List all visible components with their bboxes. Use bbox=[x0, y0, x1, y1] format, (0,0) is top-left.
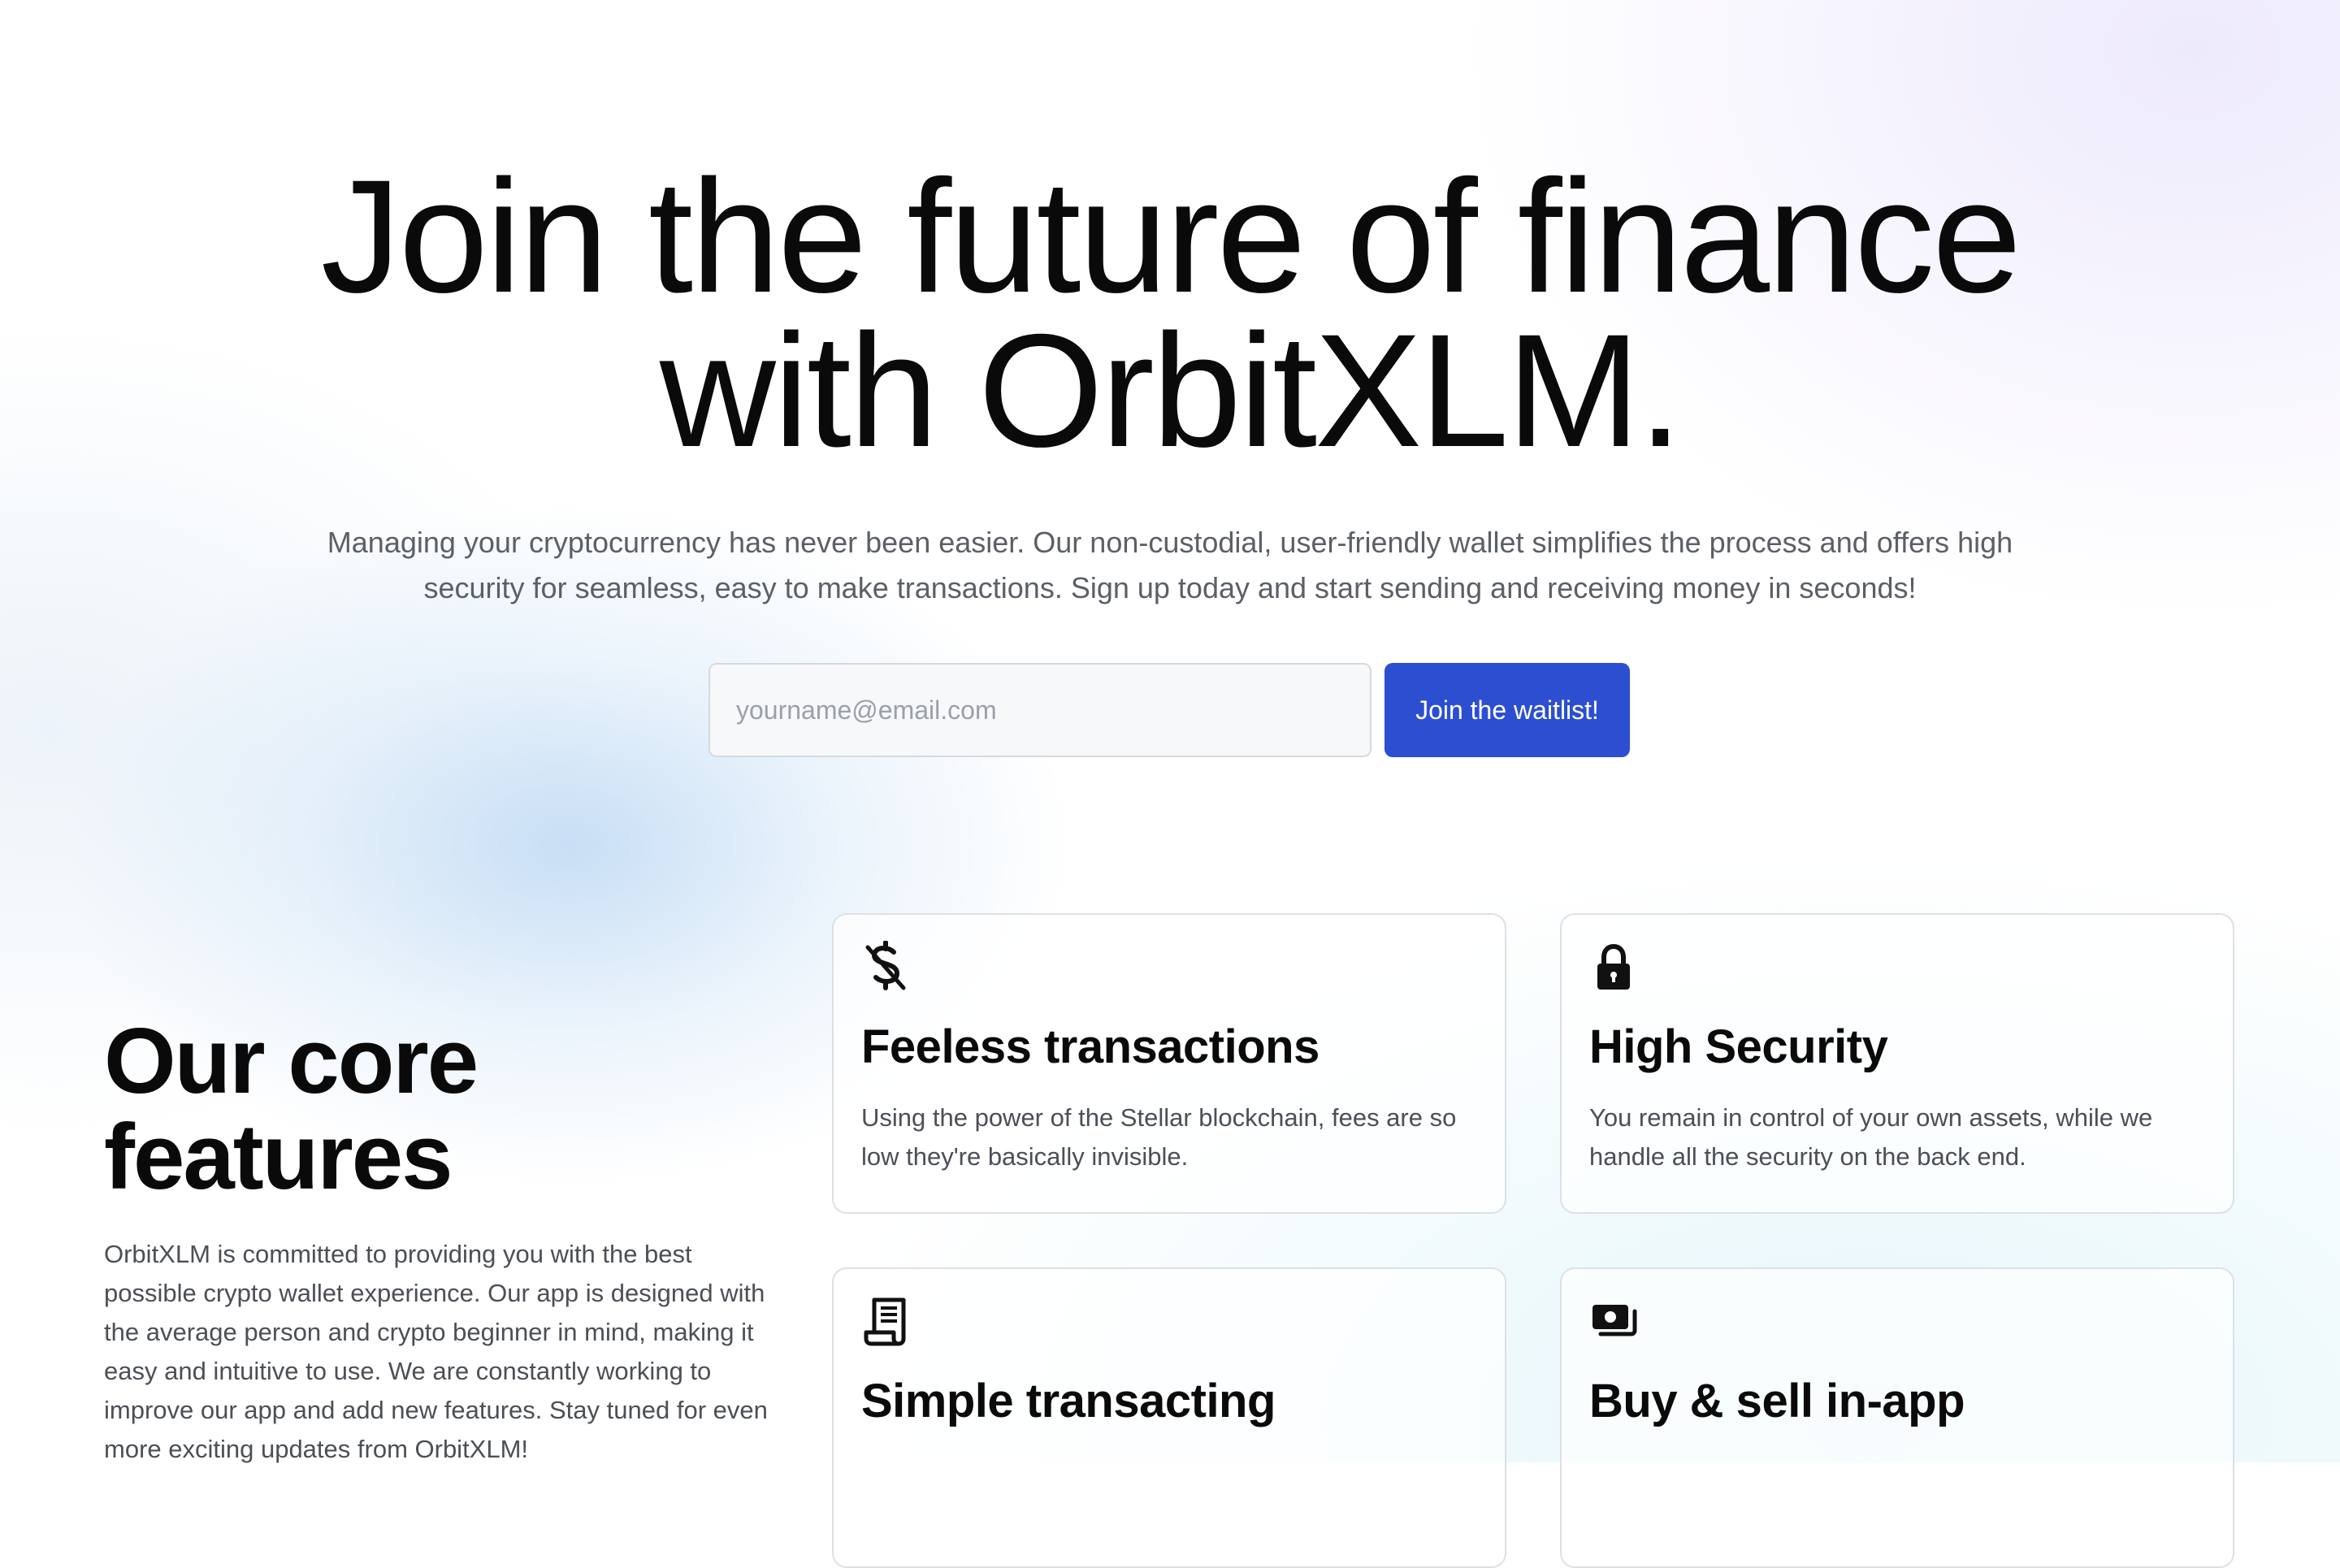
feature-description: Using the power of the Stellar blockchai… bbox=[861, 1103, 1457, 1171]
waitlist-form: Join the waitlist! bbox=[708, 663, 1630, 757]
hero-title-line-2: with OrbitXLM. bbox=[659, 301, 1683, 480]
no-dollar-icon bbox=[861, 941, 910, 993]
feature-title: Simple transacting bbox=[861, 1375, 1276, 1427]
feature-card-simple-transacting: Simple transacting bbox=[832, 1267, 1506, 1568]
lock-icon bbox=[1589, 941, 1638, 993]
core-features-title-line-2: features bbox=[104, 1106, 453, 1209]
hero-title-line-1: Join the future of finance bbox=[320, 146, 2022, 326]
core-features-title-line-1: Our core bbox=[104, 1010, 479, 1113]
core-features-title: Our core features bbox=[104, 1010, 479, 1209]
join-waitlist-button[interactable]: Join the waitlist! bbox=[1384, 663, 1630, 757]
feature-card-high-security: High Security You remain in control of y… bbox=[1560, 913, 2234, 1214]
feature-description: You remain in control of your own assets… bbox=[1589, 1103, 2153, 1171]
feature-title: High Security bbox=[1589, 1020, 1888, 1073]
core-features-description: OrbitXLM is committed to providing you w… bbox=[104, 1240, 768, 1463]
receipt-icon bbox=[861, 1295, 910, 1347]
email-input[interactable] bbox=[708, 663, 1372, 757]
feature-title: Buy & sell in-app bbox=[1589, 1375, 1965, 1427]
feature-card-feeless-transactions: Feeless transactions Using the power of … bbox=[832, 913, 1506, 1214]
hero-title: Join the future of finance with OrbitXLM… bbox=[0, 146, 2340, 480]
feature-title: Feeless transactions bbox=[861, 1020, 1320, 1073]
cash-stack-icon bbox=[1589, 1295, 1638, 1347]
hero-subtitle: Managing your cryptocurrency has never b… bbox=[327, 526, 2013, 604]
feature-card-buy-and-sell: Buy & sell in-app bbox=[1560, 1267, 2234, 1568]
